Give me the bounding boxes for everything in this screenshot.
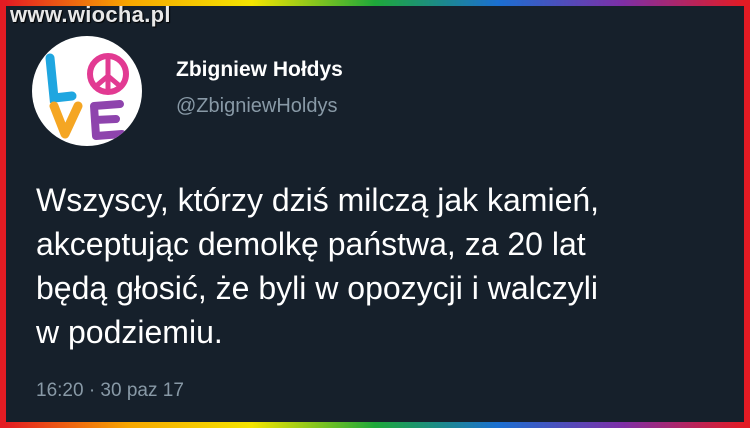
tweet-card: Zbigniew Hołdys @ZbigniewHoldys Wszyscy,… xyxy=(6,6,744,422)
love-peace-avatar-icon xyxy=(45,53,129,140)
author-name[interactable]: Zbigniew Hołdys xyxy=(176,58,343,82)
tweet-text: Wszyscy, którzy dziś milczą jak kamień, … xyxy=(36,182,600,350)
author-handle[interactable]: @ZbigniewHoldys xyxy=(176,95,337,118)
avatar[interactable] xyxy=(32,36,142,146)
tweet-timestamp[interactable]: 16:20 · 30 paz 17 xyxy=(36,380,184,402)
watermark: www.wiocha.pl xyxy=(10,2,171,27)
